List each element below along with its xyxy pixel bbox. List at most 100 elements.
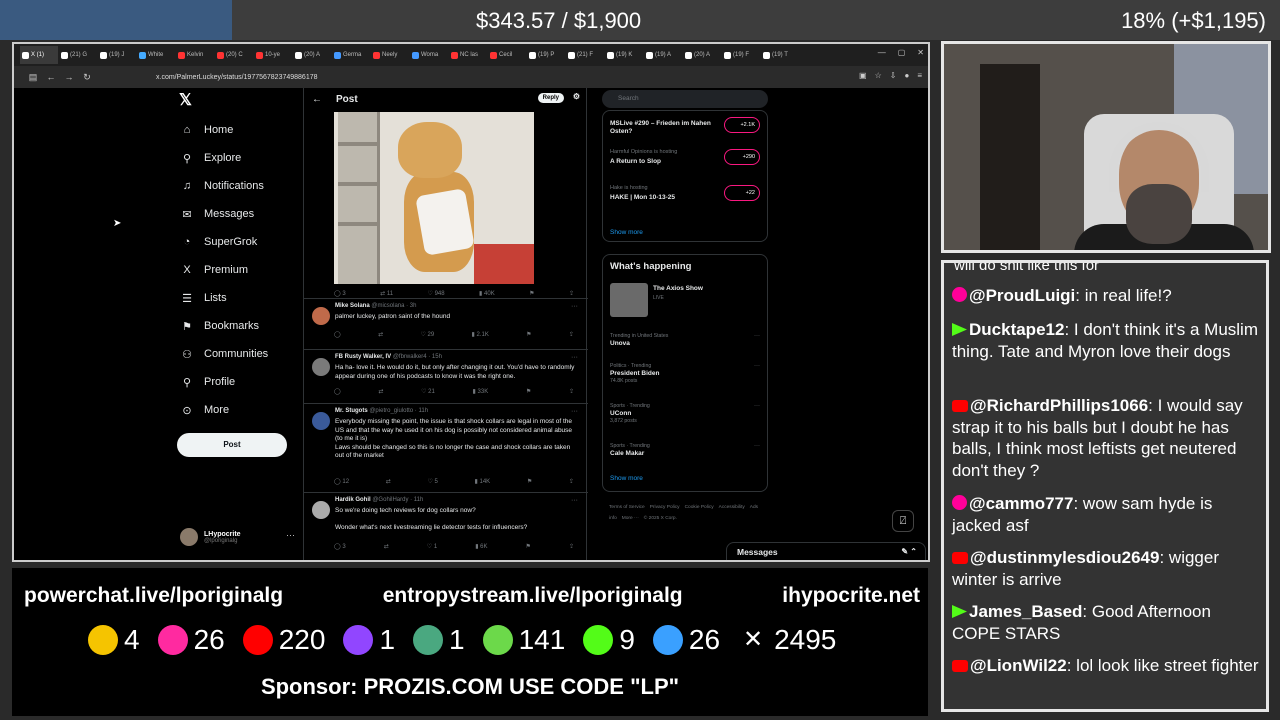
footer-link[interactable]: Cookie Policy (685, 505, 714, 510)
x-logo-icon[interactable]: 𝕏 (179, 90, 192, 110)
nav-item-messages[interactable]: ✉ Messages (180, 200, 268, 228)
axios-title[interactable]: The Axios Show (653, 285, 703, 292)
browser-tab[interactable]: White (137, 46, 175, 64)
browser-tab[interactable]: (20) A (293, 46, 331, 64)
browser-tab[interactable]: (19) P (527, 46, 565, 64)
like-action[interactable]: ♡ 1 (427, 543, 437, 550)
axios-thumbnail[interactable] (610, 283, 648, 317)
footer-link[interactable]: Privacy Policy (650, 505, 680, 510)
repost-action[interactable]: ⇄ (386, 478, 391, 485)
share-icon[interactable]: ⇪ (569, 331, 574, 338)
search-input[interactable]: Search (602, 90, 768, 108)
minimize-icon[interactable]: — (878, 48, 886, 57)
browser-tab[interactable]: Cecil (488, 46, 526, 64)
trend-name[interactable]: Cale Makar (610, 450, 760, 457)
browser-tab[interactable]: (19) F (722, 46, 760, 64)
browser-tab[interactable]: (19) J (98, 46, 136, 64)
chat-username[interactable]: @dustinmylesdiou2649 (970, 548, 1159, 567)
browser-tab[interactable]: Germa (332, 46, 370, 64)
browser-tab[interactable]: (20) A (683, 46, 721, 64)
space-title[interactable]: MSLive #290 – Frieden im Nahen Osten? (610, 120, 718, 136)
avatar[interactable] (312, 412, 330, 430)
download-icon[interactable]: ⇩ (890, 71, 897, 80)
chat-username[interactable]: @ProudLuigi (969, 286, 1075, 305)
repost-action[interactable]: ⇄ 11 (380, 290, 393, 297)
space-title[interactable]: A Return to Slop (610, 158, 718, 166)
browser-tab[interactable]: Neely (371, 46, 409, 64)
chat-username[interactable]: @RichardPhillips1066 (970, 396, 1148, 415)
nav-item-premium[interactable]: X Premium (180, 256, 268, 284)
browser-tab[interactable]: (20) C (215, 46, 253, 64)
trend-item[interactable]: Sports · Trending UConn 3,872 posts ··· (610, 403, 760, 424)
bookmark-icon[interactable]: ⚑ (527, 478, 532, 485)
author-name[interactable]: FB Rusty Walker, IV (335, 354, 391, 360)
forward-icon[interactable]: → (60, 72, 78, 82)
browser-tab[interactable]: (19) A (644, 46, 682, 64)
nav-item-bookmarks[interactable]: ⚑ Bookmarks (180, 312, 268, 340)
nav-item-notifications[interactable]: ♫ Notifications (180, 172, 268, 200)
browser-tab[interactable]: (19) K (605, 46, 643, 64)
star-icon[interactable]: ☆ (875, 71, 882, 80)
browser-tab[interactable]: X (1) (20, 46, 58, 64)
more-dots-icon[interactable]: ··· (754, 363, 760, 369)
bookmark-icon[interactable]: ⚑ (526, 388, 531, 395)
extension-icon[interactable]: ● (904, 71, 909, 80)
views-action[interactable]: ▮ 40K (479, 290, 495, 297)
share-icon[interactable]: ⇪ (569, 543, 574, 550)
footer-link[interactable]: Terms of Service (609, 505, 645, 510)
spaces-show-more[interactable]: Show more (610, 229, 643, 236)
trend-name[interactable]: Unova (610, 340, 760, 347)
more-dots-icon[interactable]: ··· (754, 403, 760, 409)
nav-item-supergrok[interactable]: ◔ SuperGrok (180, 228, 268, 256)
browser-tab[interactable]: Woma (410, 46, 448, 64)
reply-action[interactable]: ◯ (334, 331, 341, 338)
like-action[interactable]: ♡ 948 (428, 290, 445, 297)
trend-item[interactable]: Trending in United States Unova ··· (610, 333, 760, 348)
author-name[interactable]: Hardik Gohil (335, 497, 371, 503)
repost-action[interactable]: ⇄ (384, 543, 389, 550)
space-item[interactable]: Hake is hosting HAKE | Mon 10-13-25 +22 (610, 185, 760, 202)
trend-name[interactable]: President Biden (610, 370, 760, 377)
more-dots-icon[interactable]: ··· (571, 354, 578, 361)
chat-username[interactable]: @cammo777 (969, 494, 1073, 513)
reader-icon[interactable]: ▣ (859, 71, 867, 80)
reload-icon[interactable]: ↻ (78, 72, 96, 83)
browser-tab[interactable]: (21) F (566, 46, 604, 64)
nav-item-profile[interactable]: ⚲ Profile (180, 368, 268, 396)
more-dots-icon[interactable]: ··· (571, 408, 578, 415)
more-dots-icon[interactable]: ··· (286, 530, 295, 540)
reply-tweet[interactable]: Hardik Gohil @GohilHardy · 11h So we're d… (304, 492, 588, 560)
space-item[interactable]: MSLive #290 – Frieden im Nahen Osten? +2.… (610, 117, 760, 136)
post-image[interactable] (334, 112, 534, 284)
bookmark-icon[interactable]: ⚑ (529, 290, 534, 297)
nav-item-home[interactable]: ⌂ Home (180, 116, 268, 144)
more-dots-icon[interactable]: ··· (754, 333, 760, 339)
author-name[interactable]: Mike Solana (335, 303, 370, 309)
account-switcher[interactable]: LHypocrite @lporiginalg ··· (180, 528, 295, 546)
reply-tweet[interactable]: Mike Solana @micsolana · 3h palmer luckey… (304, 298, 588, 349)
chat-username[interactable]: Ducktape12 (969, 320, 1064, 339)
browser-tab[interactable]: NC las (449, 46, 487, 64)
nav-item-explore[interactable]: ⚲ Explore (180, 144, 268, 172)
footer-link[interactable]: © 2025 X Corp. (644, 516, 677, 521)
like-action[interactable]: ♡ 21 (421, 388, 435, 395)
browser-tab[interactable]: (19) T (761, 46, 799, 64)
url-field[interactable]: x.com/PalmerLuckey/status/19775678237498… (156, 74, 318, 81)
like-action[interactable]: ♡ 5 (427, 478, 437, 485)
share-icon[interactable]: ⇪ (569, 290, 574, 297)
trend-name[interactable]: UConn (610, 410, 760, 417)
reply-action[interactable]: ◯ (334, 388, 341, 395)
footer-link[interactable]: More ··· (622, 516, 639, 521)
space-title[interactable]: HAKE | Mon 10-13-25 (610, 194, 718, 202)
space-item[interactable]: Harmful Opinions is hosting A Return to S… (610, 149, 760, 166)
nav-item-more[interactable]: ⊙ More (180, 396, 268, 424)
nav-item-communities[interactable]: ⚇ Communities (180, 340, 268, 368)
avatar[interactable] (312, 307, 330, 325)
footer-link[interactable]: Accessibility (719, 505, 745, 510)
browser-tab[interactable]: 10-ye (254, 46, 292, 64)
back-icon[interactable]: ← (42, 72, 60, 82)
views-action[interactable]: ▮ 2.1K (472, 331, 489, 338)
repost-action[interactable]: ⇄ (378, 331, 383, 338)
chat-username[interactable]: @LionWil22 (970, 656, 1067, 675)
browser-tab[interactable]: Kelvin (176, 46, 214, 64)
